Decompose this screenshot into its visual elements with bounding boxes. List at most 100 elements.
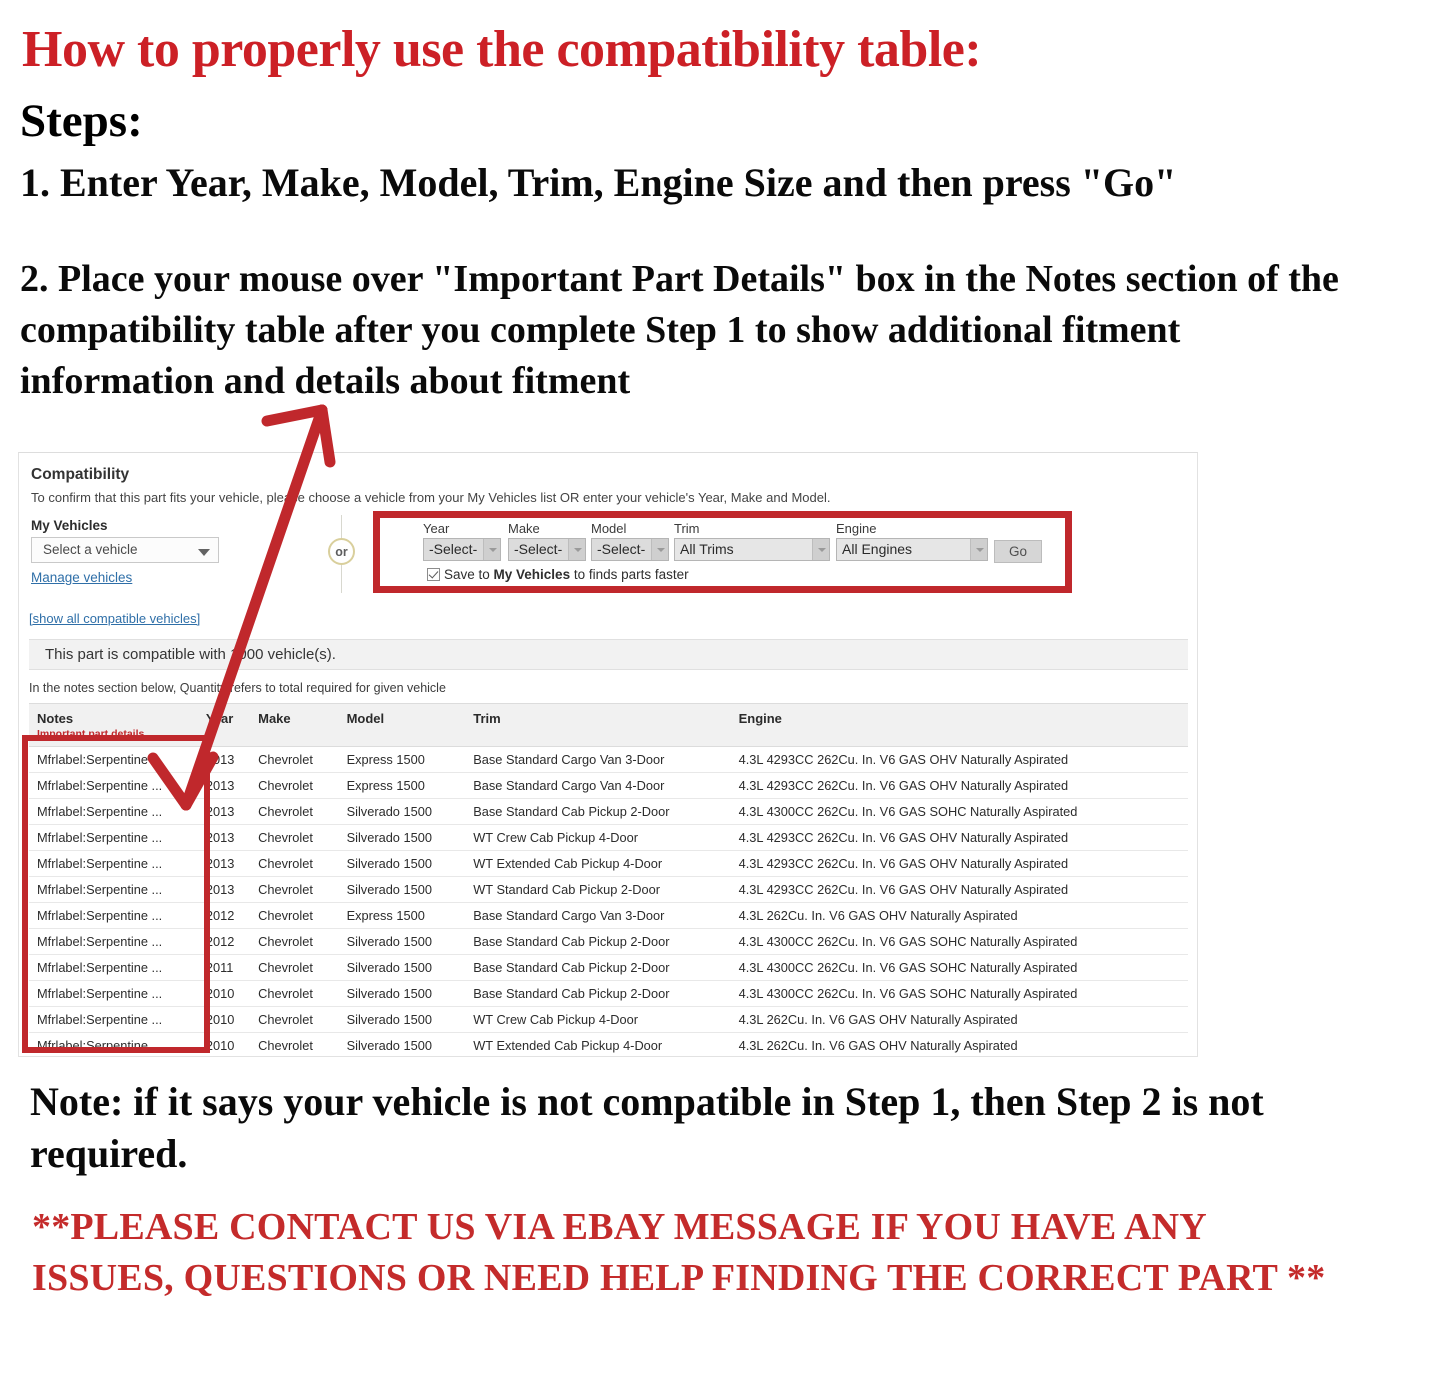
table-cell-year: 2011 [197, 954, 251, 981]
year-select[interactable]: -Select- [423, 538, 501, 561]
or-divider-label: or [328, 538, 355, 565]
table-row: Mfrlabel:Serpentine ... 2010 Chevrolet Silv… [29, 1032, 1188, 1056]
model-field[interactable]: Model -Select- [591, 521, 669, 561]
compatibility-table: Notes Important part details Year Make M… [29, 703, 1188, 1056]
table-cell-trim: WT Extended Cab Pickup 4-Door [465, 850, 731, 877]
make-select[interactable]: -Select- [508, 538, 586, 561]
table-row: Mfrlabel:Serpentine ... 2013 Chevrolet Expr… [29, 746, 1188, 773]
table-cell-trim: Base Standard Cargo Van 3-Door [465, 746, 731, 773]
table-cell-notes[interactable]: Mfrlabel:Serpentine ... [29, 1006, 198, 1033]
trim-label: Trim [674, 521, 700, 536]
col-header-notes-label: Notes [37, 711, 74, 726]
table-cell-notes[interactable]: Mfrlabel:Serpentine ... [29, 876, 198, 903]
page-title: How to properly use the compatibility ta… [22, 21, 982, 78]
model-select[interactable]: -Select- [591, 538, 669, 561]
save-to-my-vehicles-row[interactable]: Save to My Vehicles to finds parts faste… [427, 566, 689, 582]
trim-value: All Trims [680, 541, 734, 557]
steps-label: Steps: [20, 95, 143, 147]
col-header-model[interactable]: Model [338, 703, 466, 747]
table-cell-model: Silverado 1500 [338, 798, 466, 825]
table-cell-year: 2010 [197, 980, 251, 1007]
table-cell-engine: 4.3L 4293CC 262Cu. In. V6 GAS OHV Natura… [730, 850, 1188, 877]
table-cell-year: 2010 [197, 1006, 251, 1033]
table-cell-engine: 4.3L 262Cu. In. V6 GAS OHV Naturally Asp… [730, 902, 1188, 929]
table-cell-notes[interactable]: Mfrlabel:Serpentine ... [29, 954, 198, 981]
table-cell-notes[interactable]: Mfrlabel:Serpentine ... [29, 850, 198, 877]
important-part-details-label[interactable]: Important part details [37, 728, 198, 740]
engine-field[interactable]: Engine All Engines [836, 521, 988, 561]
table-cell-trim: WT Crew Cab Pickup 4-Door [465, 824, 731, 851]
table-cell-trim: Base Standard Cab Pickup 2-Door [465, 928, 731, 955]
table-cell-engine: 4.3L 4293CC 262Cu. In. V6 GAS OHV Natura… [730, 746, 1188, 773]
table-cell-model: Silverado 1500 [338, 850, 466, 877]
table-cell-year: 2012 [197, 902, 251, 929]
table-cell-model: Silverado 1500 [338, 1006, 466, 1033]
compatibility-subtitle: To confirm that this part fits your vehi… [31, 490, 831, 505]
table-cell-engine: 4.3L 4300CC 262Cu. In. V6 GAS SOHC Natur… [730, 928, 1188, 955]
table-cell-make: Chevrolet [250, 1032, 339, 1056]
table-row: Mfrlabel:Serpentine ... 2010 Chevrolet Silv… [29, 980, 1188, 1007]
year-field[interactable]: Year -Select- [423, 521, 501, 561]
table-cell-year: 2013 [197, 876, 251, 903]
show-all-compatible-vehicles-link[interactable]: [show all compatible vehicles] [29, 611, 200, 626]
table-cell-engine: 4.3L 262Cu. In. V6 GAS OHV Naturally Asp… [730, 1032, 1188, 1056]
table-cell-year: 2013 [197, 824, 251, 851]
bottom-note-text: Note: if it says your vehicle is not com… [30, 1079, 1264, 1176]
year-label: Year [423, 521, 450, 536]
table-cell-make: Chevrolet [250, 772, 339, 799]
table-cell-notes[interactable]: Mfrlabel:Serpentine ... [29, 1032, 198, 1056]
table-cell-model: Silverado 1500 [338, 824, 466, 851]
table-cell-make: Chevrolet [250, 1006, 339, 1033]
table-cell-notes[interactable]: Mfrlabel:Serpentine ... [29, 772, 198, 799]
table-cell-year: 2012 [197, 928, 251, 955]
manage-vehicles-link[interactable]: Manage vehicles [31, 570, 132, 585]
col-header-trim[interactable]: Trim [465, 703, 731, 747]
table-cell-trim: WT Extended Cab Pickup 4-Door [465, 1032, 731, 1056]
engine-value: All Engines [842, 541, 913, 557]
table-cell-notes[interactable]: Mfrlabel:Serpentine ... [29, 980, 198, 1007]
model-value: -Select- [597, 541, 646, 557]
my-vehicles-label: My Vehicles [31, 518, 108, 533]
trim-select[interactable]: All Trims [674, 538, 830, 561]
table-cell-trim: Base Standard Cargo Van 3-Door [465, 902, 731, 929]
table-row: Mfrlabel:Serpentine ... 2013 Chevrolet Silv… [29, 876, 1188, 903]
col-header-year[interactable]: Year [197, 703, 251, 747]
table-cell-notes[interactable]: Mfrlabel:Serpentine ... [29, 746, 198, 773]
make-label: Make [508, 521, 540, 536]
table-row: Mfrlabel:Serpentine ... 2011 Chevrolet Silv… [29, 954, 1188, 981]
table-cell-engine: 4.3L 4293CC 262Cu. In. V6 GAS OHV Natura… [730, 824, 1188, 851]
footer-contact-text: **PLEASE CONTACT US VIA EBAY MESSAGE IF … [32, 1206, 1326, 1299]
table-cell-make: Chevrolet [250, 980, 339, 1007]
table-row: Mfrlabel:Serpentine ... 2013 Chevrolet Expr… [29, 772, 1188, 799]
table-cell-notes[interactable]: Mfrlabel:Serpentine ... [29, 798, 198, 825]
compatibility-heading: Compatibility [31, 466, 130, 483]
table-cell-engine: 4.3L 4300CC 262Cu. In. V6 GAS SOHC Natur… [730, 798, 1188, 825]
table-cell-engine: 4.3L 4300CC 262Cu. In. V6 GAS SOHC Natur… [730, 954, 1188, 981]
table-cell-notes[interactable]: Mfrlabel:Serpentine ... [29, 928, 198, 955]
save-to-my-vehicles-checkbox[interactable] [427, 568, 440, 581]
save-prefix-text: Save to [444, 567, 494, 582]
col-header-engine[interactable]: Engine [730, 703, 1188, 747]
table-row: Mfrlabel:Serpentine ... 2013 Chevrolet Silv… [29, 798, 1188, 825]
chevron-down-icon [198, 549, 210, 556]
table-cell-notes[interactable]: Mfrlabel:Serpentine ... [29, 824, 198, 851]
vehicle-select[interactable]: Select a vehicle [31, 537, 219, 563]
table-body: Mfrlabel:Serpentine ... 2013 Chevrolet Expr… [29, 746, 1188, 1056]
col-header-make[interactable]: Make [250, 703, 339, 747]
table-cell-model: Express 1500 [338, 772, 466, 799]
table-cell-model: Silverado 1500 [338, 980, 466, 1007]
table-cell-engine: 4.3L 262Cu. In. V6 GAS OHV Naturally Asp… [730, 1006, 1188, 1033]
table-cell-notes[interactable]: Mfrlabel:Serpentine ... [29, 902, 198, 929]
table-row: Mfrlabel:Serpentine ... 2010 Chevrolet Silv… [29, 1006, 1188, 1033]
table-cell-trim: Base Standard Cab Pickup 2-Door [465, 954, 731, 981]
trim-field[interactable]: Trim All Trims [674, 521, 830, 561]
table-cell-engine: 4.3L 4293CC 262Cu. In. V6 GAS OHV Natura… [730, 772, 1188, 799]
table-cell-model: Express 1500 [338, 746, 466, 773]
table-cell-model: Silverado 1500 [338, 928, 466, 955]
chevron-down-icon [812, 539, 829, 560]
make-field[interactable]: Make -Select- [508, 521, 586, 561]
go-button[interactable]: Go [994, 540, 1042, 563]
engine-select[interactable]: All Engines [836, 538, 988, 561]
col-header-notes[interactable]: Notes Important part details [29, 703, 198, 747]
engine-label: Engine [836, 521, 877, 536]
